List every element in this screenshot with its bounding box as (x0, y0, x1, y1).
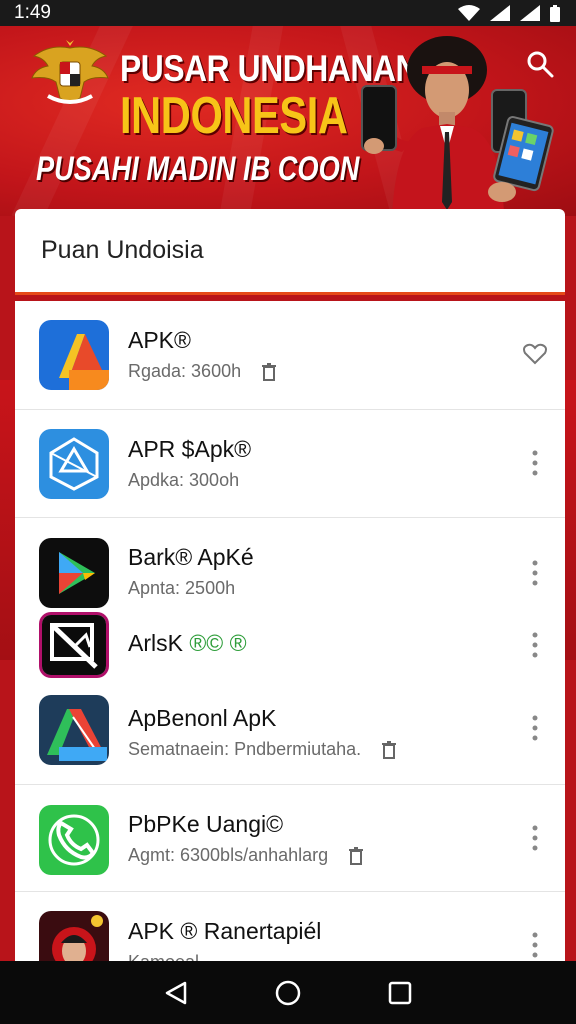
more-options-button[interactable] (521, 928, 549, 961)
app-title: Bark® ApKé (128, 544, 254, 570)
app-title-badge: ®© ® (189, 630, 247, 656)
more-vert-icon (532, 450, 538, 476)
trash-icon (382, 741, 397, 760)
favorite-button[interactable] (521, 337, 549, 371)
app-subtitle: Rgada: 3600h (128, 361, 277, 382)
app-icon (39, 429, 109, 499)
banner-title-line2: INDONESIA (120, 87, 348, 145)
back-icon (165, 981, 187, 1004)
phone-app-icon (39, 805, 109, 875)
garuda-emblem-icon (31, 40, 109, 105)
app-icon (39, 612, 109, 678)
more-vert-icon (532, 560, 538, 586)
status-time: 1:49 (14, 2, 51, 23)
app-subtitle: Agmt: 6300bls/anhahlarg (128, 845, 364, 866)
list-item[interactable]: ArlsK ®© ® (15, 610, 565, 685)
play-store-icon (39, 538, 109, 608)
sketch-app-icon (42, 615, 106, 675)
app-subtitle: Kamoeal (128, 952, 199, 961)
more-options-button[interactable] (521, 821, 549, 855)
home-icon (275, 980, 301, 1005)
list-item[interactable]: APK® Rgada: 3600h (15, 301, 565, 410)
more-vert-icon (532, 825, 538, 851)
app-icon (39, 695, 109, 765)
drive-style-icon (39, 320, 109, 390)
status-bar: 1:49 (0, 0, 576, 26)
app-icon (39, 320, 109, 390)
back-button[interactable] (156, 973, 196, 1013)
list-item[interactable]: APK ® Ranertapiél Kamoeal (15, 892, 565, 961)
home-button[interactable] (268, 973, 308, 1013)
app-title-text: ArlsK (128, 630, 183, 656)
more-vert-icon (532, 932, 538, 958)
more-options-button[interactable] (521, 711, 549, 745)
left-side-decoration (0, 380, 16, 660)
app-title: APR $Apk® (128, 436, 252, 462)
app-title: APK® (128, 327, 191, 353)
navigation-bar (0, 961, 576, 1024)
status-icons (458, 4, 560, 22)
crystal-app-icon (39, 429, 109, 499)
recents-button[interactable] (380, 973, 420, 1013)
app-icon (39, 911, 109, 961)
app-subtitle-text: Sematnaein: Pndbermiutaha. (128, 739, 362, 759)
app-title: APK ® Ranertapiél (128, 918, 322, 944)
list-item[interactable]: Bark® ApKé Apnta: 2500h (15, 518, 565, 610)
more-vert-icon (532, 715, 538, 741)
app-title: ApBenonl ApK (128, 705, 277, 731)
app-subtitle-text: Rgada: 3600h (128, 361, 242, 381)
search-icon (527, 51, 554, 78)
trash-icon (349, 847, 364, 866)
app-subtitle: Apdka: 300oh (128, 470, 240, 490)
list-item[interactable]: PbPKe Uangi© Agmt: 6300bls/anhahlarg (15, 785, 565, 892)
list-item[interactable]: APR $Apk® Apdka: 300oh (15, 410, 565, 518)
app-icon (39, 805, 109, 875)
list-item[interactable]: ApBenonl ApK Sematnaein: Pndbermiutaha. (15, 685, 565, 785)
more-options-button[interactable] (521, 556, 549, 590)
more-options-button[interactable] (521, 628, 549, 662)
app-subtitle-text: Agmt: 6300bls/anhahlarg (128, 845, 329, 865)
battery-icon (550, 4, 560, 22)
app-icon (39, 538, 109, 608)
banner-subtitle: PUSAHI MADIN IB COON (36, 150, 360, 188)
signal-icon-2 (520, 5, 540, 21)
trash-icon (262, 363, 277, 382)
heart-icon (523, 343, 547, 365)
avatar-app-icon (39, 911, 109, 961)
search-button[interactable] (524, 48, 556, 80)
more-vert-icon (532, 632, 538, 658)
search-field-text: Puan Undoisia (41, 236, 204, 264)
promo-banner: PUSAR UNDHANAN INDONESIA PUSAHI MADIN IB… (0, 26, 576, 216)
wifi-icon (458, 5, 480, 21)
app-title: PbPKe Uangi© (128, 811, 284, 837)
signal-icon (490, 5, 510, 21)
recents-icon (388, 981, 412, 1004)
app-title: ArlsK ®© ® (128, 630, 247, 657)
drive-dark-icon (39, 695, 109, 765)
app-subtitle: Sematnaein: Pndbermiutaha. (128, 739, 397, 760)
more-options-button[interactable] (521, 446, 549, 480)
app-subtitle: Apnta: 2500h (128, 578, 236, 598)
app-list: APK® Rgada: 3600h APR $Apk® Apdka: 300oh (15, 301, 565, 961)
search-field[interactable]: Puan Undoisia (15, 209, 565, 295)
